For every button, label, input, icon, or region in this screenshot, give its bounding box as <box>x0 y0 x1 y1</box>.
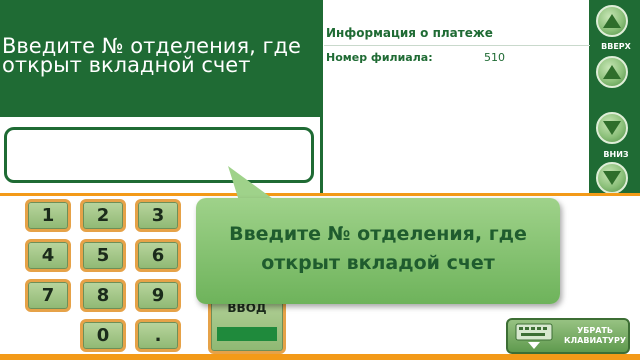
payment-info-title: Информация о платеже <box>326 26 493 40</box>
key-7[interactable]: 7 <box>25 279 71 312</box>
branch-number-value: 510 <box>484 51 505 64</box>
hint-line-2: открыт вкладой счет <box>261 252 495 274</box>
key-8[interactable]: 8 <box>80 279 126 312</box>
hint-tooltip-text: Введите № отделения, где открыт вкладой … <box>196 220 560 278</box>
hint-line-1: Введите № отделения, где <box>229 223 527 245</box>
branch-number-label: Номер филиала: <box>326 51 433 64</box>
divider <box>324 45 590 46</box>
key-2[interactable]: 2 <box>80 199 126 232</box>
scroll-down-label: ВНИЗ <box>603 150 629 159</box>
key-0[interactable]: 0 <box>80 319 126 352</box>
keyboard-icon <box>515 323 553 349</box>
scroll-up-top-button[interactable] <box>596 5 628 37</box>
scroll-up-label: ВВЕРХ <box>601 42 631 51</box>
instruction-line-2: открыт вкладной счет <box>2 53 251 77</box>
hide-keyboard-line-1: УБРАТЬ <box>577 326 613 335</box>
instruction-text: Введите № отделения, где открыт вкладной… <box>2 36 318 77</box>
scroll-down-button[interactable] <box>596 112 628 144</box>
scroll-up-button[interactable] <box>596 56 628 88</box>
key-5[interactable]: 5 <box>80 239 126 272</box>
bottom-stripe <box>0 354 640 360</box>
key-4[interactable]: 4 <box>25 239 71 272</box>
arrow-up-icon <box>603 14 621 28</box>
arrow-down-icon <box>603 171 621 185</box>
hide-keyboard-label: УБРАТЬ КЛАВИАТУРУ <box>560 326 630 346</box>
scroll-down-bottom-button[interactable] <box>596 162 628 194</box>
key-9[interactable]: 9 <box>135 279 181 312</box>
key-decimal[interactable]: . <box>135 319 181 352</box>
arrow-up-icon <box>603 65 621 79</box>
hide-keyboard-line-2: КЛАВИАТУРУ <box>563 336 626 345</box>
enter-button-indicator <box>217 327 277 341</box>
arrow-down-icon <box>603 121 621 135</box>
key-6[interactable]: 6 <box>135 239 181 272</box>
key-1[interactable]: 1 <box>25 199 71 232</box>
key-3[interactable]: 3 <box>135 199 181 232</box>
